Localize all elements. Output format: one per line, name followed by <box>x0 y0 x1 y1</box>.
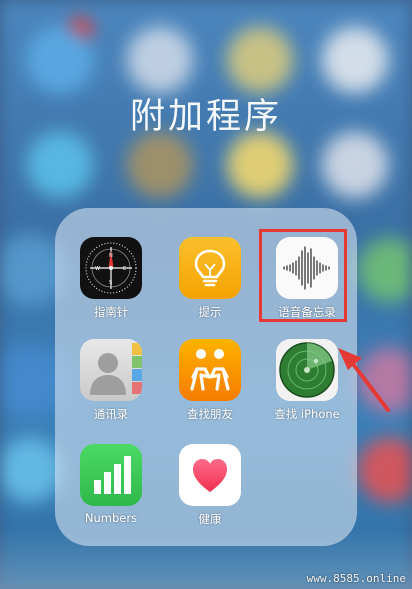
svg-text:W: W <box>95 266 100 272</box>
compass-icon: N W E S <box>80 237 142 299</box>
highlight-box <box>259 229 347 322</box>
svg-text:E: E <box>123 266 126 272</box>
lightbulb-icon <box>179 237 241 299</box>
heart-icon <box>179 444 241 506</box>
annotation-arrow-icon <box>338 348 390 412</box>
contacts-icon <box>80 339 142 401</box>
app-tips[interactable]: 提示 <box>168 237 252 320</box>
app-label: Numbers <box>84 511 138 525</box>
app-contacts[interactable]: 通讯录 <box>69 339 153 422</box>
app-label: 提示 <box>198 305 222 319</box>
bar-chart-icon <box>80 444 142 506</box>
app-label: 通讯录 <box>93 407 129 421</box>
svg-text:S: S <box>109 280 112 286</box>
app-label: 健康 <box>198 512 222 526</box>
app-compass[interactable]: N W E S 指南针 <box>69 237 153 320</box>
app-label: 查找朋友 <box>187 407 233 421</box>
find-friends-icon <box>179 339 241 401</box>
svg-text:N: N <box>109 253 113 259</box>
watermark: www.8585.online <box>306 572 406 585</box>
radar-icon <box>276 339 338 401</box>
folder-title: 附加程序 <box>129 97 282 137</box>
app-health[interactable]: 健康 <box>168 444 252 527</box>
app-numbers[interactable]: Numbers <box>69 444 153 525</box>
app-find-friends[interactable]: 查找朋友 <box>168 339 252 422</box>
app-label: 指南针 <box>93 305 129 319</box>
